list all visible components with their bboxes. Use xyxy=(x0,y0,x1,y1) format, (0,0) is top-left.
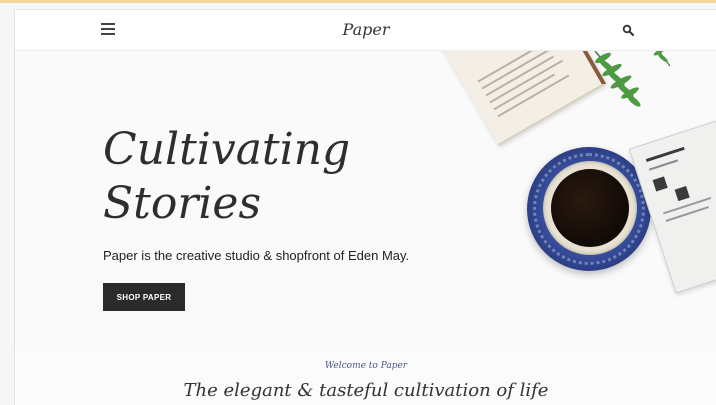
coffee-image xyxy=(551,169,629,247)
brand-logo-link[interactable]: Paper xyxy=(343,20,390,39)
search-icon[interactable] xyxy=(622,24,636,38)
shop-paper-button[interactable]: SHOP PAPER xyxy=(103,283,185,311)
site-header: Paper xyxy=(15,10,716,51)
hero-title: Cultivating Stories xyxy=(103,123,433,231)
hero-title-line-2: Stories xyxy=(103,178,262,229)
fern-leaf-image xyxy=(594,46,671,107)
tagline-heading: The elegant & tasteful cultivation of li… xyxy=(183,380,549,401)
hero-subtitle: Paper is the creative studio & shopfront… xyxy=(103,248,410,263)
window-top-accent xyxy=(0,0,716,3)
browser-viewport: Paper Cultivating Stories Paper is the c… xyxy=(14,9,716,405)
hero-title-line-1: Cultivating xyxy=(103,124,351,175)
welcome-label: Welcome to Paper xyxy=(324,361,408,371)
hero-section: Cultivating Stories Paper is the creativ… xyxy=(15,10,716,351)
site-brand: Paper xyxy=(15,20,716,39)
